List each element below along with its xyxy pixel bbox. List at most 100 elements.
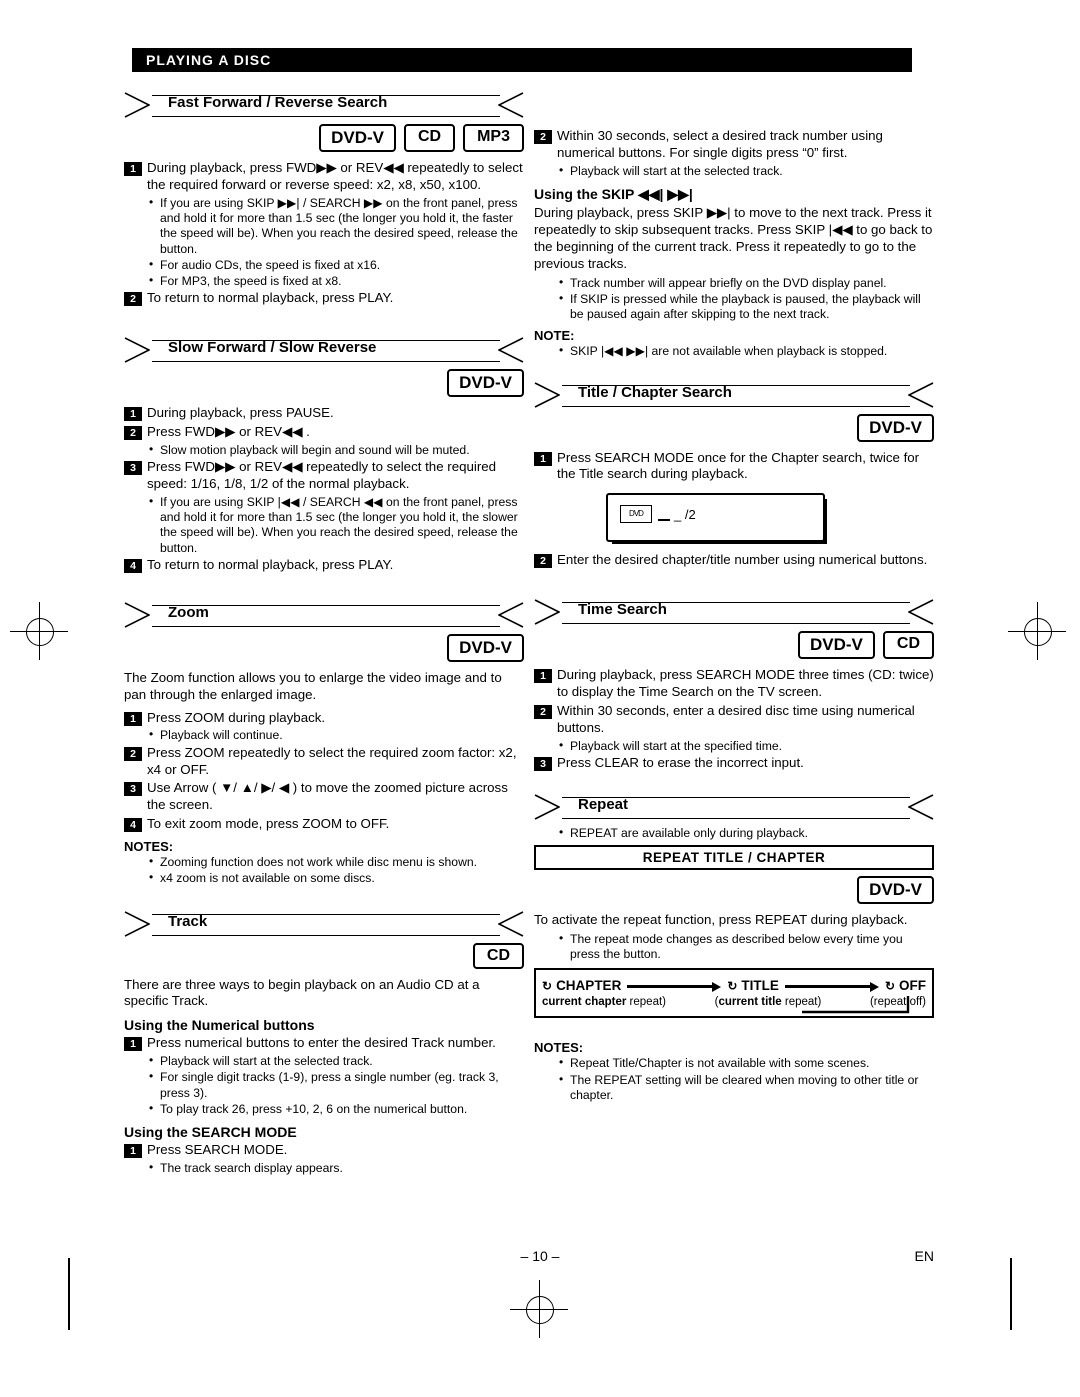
ribbon-right-cap-icon [908, 794, 934, 820]
ribbon-right-cap-icon [498, 337, 524, 363]
media-badges-fast-forward: DVD-V CD MP3 [124, 124, 524, 152]
ribbon-left-cap-icon [124, 92, 150, 118]
bullet-group: Playback will continue. [146, 727, 524, 743]
step-text: During playback, press FWD▶▶ or REV◀◀ re… [147, 160, 523, 192]
step-text: Press CLEAR to erase the incorrect input… [557, 754, 804, 770]
step-number: 1 [534, 451, 552, 466]
step-item: 3 Press FWD▶▶ or REV◀◀ repeatedly to sele… [124, 459, 524, 493]
badge-cd: CD [472, 942, 524, 969]
page-header-title: PLAYING A DISC [146, 52, 272, 68]
step-number: 4 [124, 558, 142, 573]
bullet-group: The track search display appears. [146, 1160, 524, 1176]
section-title-track: Track [168, 912, 208, 930]
badge-cd: CD [882, 631, 934, 660]
badge-dvd-v: DVD-V [797, 631, 875, 660]
section-header-fast-forward: Fast Forward / Reverse Search [124, 92, 524, 118]
bullet-item: For audio CDs, the speed is fixed at x16… [146, 257, 524, 273]
step-item: 3 Use Arrow ( ▼/ ▲/ ▶/ ◀ ) to move the zo… [124, 780, 524, 814]
step-text: To exit zoom mode, press ZOOM to OFF. [147, 816, 390, 832]
panel-shadow-bottom [612, 540, 827, 545]
step-text: To return to normal playback, press PLAY… [147, 290, 394, 306]
step-text: During playback, press PAUSE. [147, 405, 334, 421]
section-header-slow-forward: Slow Forward / Slow Reverse [124, 337, 524, 363]
repeat-icon: ↻ [542, 978, 553, 993]
flow-item-title: ↻ TITLE [727, 978, 779, 993]
repeat-icon: ↻ [727, 978, 738, 993]
ribbon-left-cap-icon [534, 794, 560, 820]
zoom-notes-label: NOTES: [124, 839, 174, 854]
ribbon-right-cap-icon [498, 92, 524, 118]
media-badges-title-chapter: DVD-V [534, 413, 934, 442]
panel-shadow-right [823, 499, 827, 545]
bullet-item: If you are using SKIP ▶▶| / SEARCH ▶▶ on… [146, 195, 524, 257]
step-text: To return to normal playback, press PLAY… [147, 556, 394, 572]
bullet-group: Playback will start at the selected trac… [556, 163, 934, 179]
media-badges-track: CD [124, 942, 524, 969]
bullet-item: For MP3, the speed is fixed at x8. [146, 273, 524, 289]
media-badges-time-search: DVD-V CD [534, 631, 934, 660]
badge-dvd-v: DVD-V [857, 413, 934, 442]
step-item: 2 Press FWD▶▶ or REV◀◀ . [124, 424, 524, 441]
step-number: 1 [124, 407, 142, 422]
step-item: 1 During playback, press PAUSE. [124, 405, 524, 422]
step-number: 2 [124, 292, 142, 307]
skip-description: During playback, press SKIP ▶▶| to move … [534, 205, 933, 271]
step-item: 1 During playback, press FWD▶▶ or REV◀◀ r… [124, 160, 524, 194]
step-text: Enter the desired chapter/title number u… [557, 552, 928, 568]
step-number: 2 [124, 426, 142, 440]
bullet-item: If you are using SKIP |◀◀ / SEARCH ◀◀ on… [146, 494, 524, 556]
step-number: 3 [534, 756, 552, 771]
bullet-item: For single digit tracks (1-9), press a s… [146, 1069, 524, 1101]
bullet-item: Playback will start at the specified tim… [556, 738, 934, 754]
flow-item-chapter-label: CHAPTER [556, 978, 622, 994]
language-code: EN [914, 1248, 934, 1264]
flow-arrow-icon [784, 981, 879, 992]
step-item: 4 To exit zoom mode, press ZOOM to OFF. [124, 816, 524, 833]
badge-dvd-v: DVD-V [447, 633, 524, 662]
bullet-group: Playback will start at the specified tim… [556, 738, 934, 754]
step-text: Use Arrow ( ▼/ ▲/ ▶/ ◀ ) to move the zoo… [147, 780, 508, 813]
repeat-notes-label: NOTES: [534, 1040, 584, 1056]
step-number: 2 [124, 746, 142, 761]
bullet-group: REPEAT are available only during playbac… [556, 825, 934, 841]
section-header-title-chapter: Title / Chapter Search [534, 381, 934, 408]
step-number: 1 [124, 711, 142, 726]
bullet-group: Track number will appear briefly on the … [556, 274, 934, 323]
ribbon-right-cap-icon [908, 599, 934, 625]
flow-item-chapter: ↻ CHAPTER [542, 978, 621, 993]
section-title-zoom: Zoom [168, 603, 209, 621]
section-header-track: Track [124, 910, 524, 937]
panel-readout: _ /2 [674, 507, 696, 523]
step-number: 1 [124, 1144, 142, 1159]
flow-item-title-label: TITLE [741, 978, 779, 994]
skip-note-label: NOTE: [534, 328, 575, 344]
bullet-group: Repeat Title/Chapter is not available wi… [556, 1055, 934, 1103]
step-item: 2 Within 30 seconds, enter a desired disc… [534, 703, 934, 737]
flow-arrow-icon [627, 981, 722, 992]
step-item: 2 Within 30 seconds, select a desired tra… [534, 128, 934, 162]
step-item: 1 During playback, press SEARCH MODE thre… [534, 667, 934, 701]
step-item: 1 Press SEARCH MODE. [124, 1142, 524, 1159]
step-text: Press ZOOM during playback. [147, 709, 326, 725]
step-number: 3 [124, 782, 142, 797]
bullet-group: If you are using SKIP |◀◀ / SEARCH ◀◀ on… [146, 494, 524, 556]
track-continuation: 2 Within 30 seconds, select a desired tra… [534, 128, 934, 360]
step-text: Press numerical buttons to enter the des… [147, 1035, 496, 1051]
repeat-mode-flow-diagram: ↻ CHAPTER ↻ TITLE ↻ OFF current chapter … [534, 968, 934, 1019]
zoom-intro-text: The Zoom function allows you to enlarge … [124, 669, 502, 702]
step-item: 1 Press ZOOM during playback. [124, 710, 524, 727]
flow-loop-line-icon [802, 996, 910, 1014]
bullet-item: Zooming function does not work while dis… [146, 854, 524, 870]
step-text: Press ZOOM repeatedly to select the requ… [147, 744, 517, 777]
bullet-group: If you are using SKIP ▶▶| / SEARCH ▶▶ on… [146, 195, 524, 290]
bullet-group: Slow motion playback will begin and soun… [146, 442, 524, 458]
bullet-group: Playback will start at the selected trac… [146, 1053, 524, 1117]
step-number: 2 [534, 130, 552, 144]
bullet-group: Zooming function does not work while dis… [146, 854, 524, 887]
track-subheading-numerical: Using the Numerical buttons [124, 1017, 315, 1034]
right-column: 2 Within 30 seconds, select a desired tra… [534, 92, 934, 1104]
step-item: 4 To return to normal playback, press PLA… [124, 557, 524, 574]
section-title-repeat: Repeat [578, 795, 629, 813]
section-title-time-search: Time Search [578, 601, 667, 619]
bullet-group: SKIP |◀◀ ▶▶| are not available when play… [556, 343, 934, 359]
